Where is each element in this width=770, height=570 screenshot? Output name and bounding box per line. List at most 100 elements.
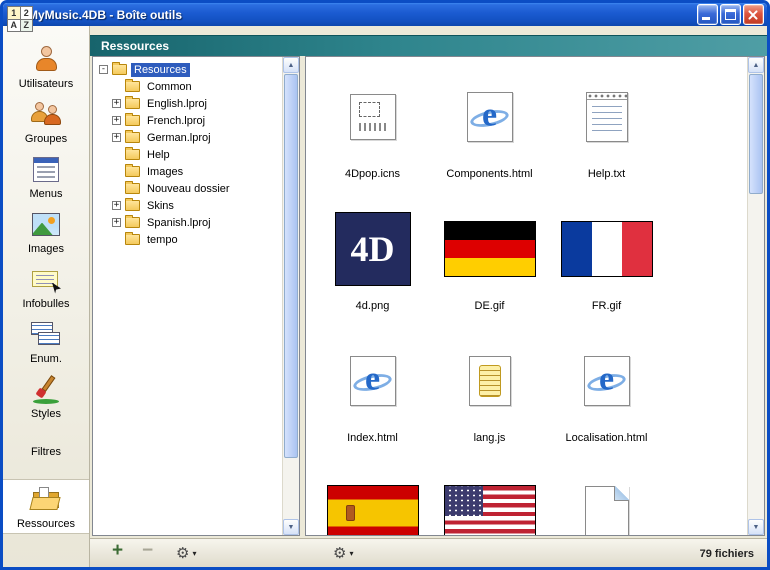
- folder-icon: [125, 200, 140, 211]
- tree-item-label: Spanish.lproj: [144, 216, 214, 230]
- close-button[interactable]: [743, 4, 764, 25]
- scrollbar-track[interactable]: [283, 73, 299, 519]
- file-actions-button[interactable]: ⚙▾: [333, 546, 353, 561]
- html-file-icon: e: [584, 356, 630, 406]
- file-name: FR.gif: [592, 300, 621, 312]
- folder-icon: [125, 217, 140, 228]
- 4d-logo-thumbnail: 4D: [335, 212, 411, 286]
- tree-item-label: Resources: [131, 63, 190, 77]
- title-bar[interactable]: MyMusic.4DB - Boîte outils: [3, 3, 767, 26]
- tree-item-images[interactable]: Images: [96, 163, 282, 180]
- page-title: Ressources: [90, 35, 767, 56]
- folder-icon: [125, 149, 140, 160]
- sidebar-item-menus[interactable]: Menus: [3, 149, 89, 204]
- folder-icon: [125, 115, 140, 126]
- file-name: 4d.png: [356, 300, 390, 312]
- groups-icon: [29, 99, 63, 131]
- file-icon-area: [444, 203, 536, 295]
- file-item-4dpop-icns[interactable]: 4Dpop.icns: [314, 71, 431, 203]
- window-title: MyMusic.4DB - Boîte outils: [28, 8, 697, 22]
- sidebar-item-infobulles[interactable]: Infobulles: [3, 259, 89, 314]
- tree-item-tempo[interactable]: tempo: [96, 231, 282, 248]
- styles-icon: [29, 374, 63, 406]
- scroll-down-button[interactable]: ▼: [748, 519, 764, 535]
- sidebar-item-label: Groupes: [25, 133, 67, 145]
- scroll-up-button[interactable]: ▲: [748, 57, 764, 73]
- france-flag-thumbnail: [561, 221, 653, 277]
- remove-button[interactable]: −: [142, 540, 153, 562]
- file-item[interactable]: [548, 467, 665, 535]
- sidebar-item-filtres[interactable]: 12AZFiltres: [3, 424, 89, 479]
- scroll-down-button[interactable]: ▼: [283, 519, 299, 535]
- usa-flag-thumbnail: [444, 485, 536, 535]
- tree-item-french-lproj[interactable]: +French.lproj: [96, 112, 282, 129]
- sidebar-item-groupes[interactable]: Groupes: [3, 94, 89, 149]
- file-name: Index.html: [347, 432, 398, 444]
- sidebar-item-enum[interactable]: Enum.: [3, 314, 89, 369]
- tree-item-spanish-lproj[interactable]: + Spanish.lproj: [96, 214, 282, 231]
- tree-expander[interactable]: +: [112, 201, 121, 210]
- tree-scrollbar[interactable]: ▲ ▼: [282, 57, 299, 535]
- sidebar: Utilisateurs Groupes Menus Images Infobulles…: [3, 26, 90, 570]
- minimize-icon: [702, 17, 710, 20]
- folder-tree-panel: - Resources Common+English.lproj+French.lp…: [92, 56, 300, 536]
- file-item-fr-gif[interactable]: FR.gif: [548, 203, 665, 335]
- tree-item-label: Images: [144, 165, 186, 179]
- file-item-lang-js[interactable]: lang.js: [431, 335, 548, 467]
- tree-expander[interactable]: +: [112, 218, 121, 227]
- users-icon: [29, 44, 63, 76]
- file-icon-area: [350, 71, 396, 163]
- tree-item-label: Common: [144, 80, 195, 94]
- tree-item-german-lproj[interactable]: +German.lproj: [96, 129, 282, 146]
- sidebar-item-label: Enum.: [30, 353, 62, 365]
- scroll-up-button[interactable]: ▲: [283, 57, 299, 73]
- tree-item-english-lproj[interactable]: +English.lproj: [96, 95, 282, 112]
- file-item-4d-png[interactable]: 4D 4d.png: [314, 203, 431, 335]
- tree-item-common[interactable]: Common: [96, 78, 282, 95]
- folder-icon: [125, 183, 140, 194]
- file-item-index-html[interactable]: eIndex.html: [314, 335, 431, 467]
- tree-expander[interactable]: +: [112, 116, 121, 125]
- tree-expander[interactable]: -: [99, 65, 108, 74]
- scrollbar-thumb[interactable]: [749, 74, 763, 194]
- tree-item-skins[interactable]: +Skins: [96, 197, 282, 214]
- folder-icon: [125, 234, 140, 245]
- tree-item-resources[interactable]: - Resources: [96, 61, 282, 78]
- scrollbar-track[interactable]: [748, 73, 764, 519]
- file-grid: 4Dpop.icnseComponents.htmlHelp.txt 4D 4d.p…: [306, 57, 747, 535]
- tree-expander[interactable]: +: [112, 133, 121, 142]
- file-item-help-txt[interactable]: Help.txt: [548, 71, 665, 203]
- tree-item-label: tempo: [144, 233, 181, 247]
- spain-flag-thumbnail: [327, 485, 419, 535]
- sidebar-item-images[interactable]: Images: [3, 204, 89, 259]
- bottom-toolbar: + − ⚙▾ ⚙▾ 79 fichiers: [90, 538, 767, 570]
- folder-actions-button[interactable]: ⚙▾: [176, 546, 196, 561]
- tree-item-nouveau-dossier[interactable]: Nouveau dossier: [96, 180, 282, 197]
- file-item[interactable]: [314, 467, 431, 535]
- file-item-localisation-html[interactable]: e Localisation.html: [548, 335, 665, 467]
- tree-item-label: Help: [144, 148, 173, 162]
- grid-scrollbar[interactable]: ▲ ▼: [747, 57, 764, 535]
- scrollbar-thumb[interactable]: [284, 74, 298, 458]
- file-name: DE.gif: [475, 300, 505, 312]
- menus-icon: [29, 154, 63, 186]
- maximize-button[interactable]: [720, 4, 741, 25]
- minimize-button[interactable]: [697, 4, 718, 25]
- file-name: lang.js: [474, 432, 506, 444]
- file-name: Localisation.html: [566, 432, 648, 444]
- tree-expander[interactable]: +: [112, 99, 121, 108]
- js-file-icon: [469, 356, 511, 406]
- sidebar-item-ressources[interactable]: Ressources: [3, 479, 89, 534]
- content-area: - Resources Common+English.lproj+French.lp…: [90, 56, 767, 538]
- chevron-down-icon: ▾: [349, 549, 353, 558]
- sidebar-item-utilisateurs[interactable]: Utilisateurs: [3, 39, 89, 94]
- file-icon-area: [469, 335, 511, 427]
- sidebar-item-label: Images: [28, 243, 64, 255]
- file-item-de-gif[interactable]: DE.gif: [431, 203, 548, 335]
- add-button[interactable]: +: [112, 540, 123, 562]
- file-item-components-html[interactable]: eComponents.html: [431, 71, 548, 203]
- tree-item-help[interactable]: Help: [96, 146, 282, 163]
- file-item[interactable]: [431, 467, 548, 535]
- sidebar-item-styles[interactable]: Styles: [3, 369, 89, 424]
- file-grid-panel: 4Dpop.icnseComponents.htmlHelp.txt 4D 4d.p…: [305, 56, 765, 536]
